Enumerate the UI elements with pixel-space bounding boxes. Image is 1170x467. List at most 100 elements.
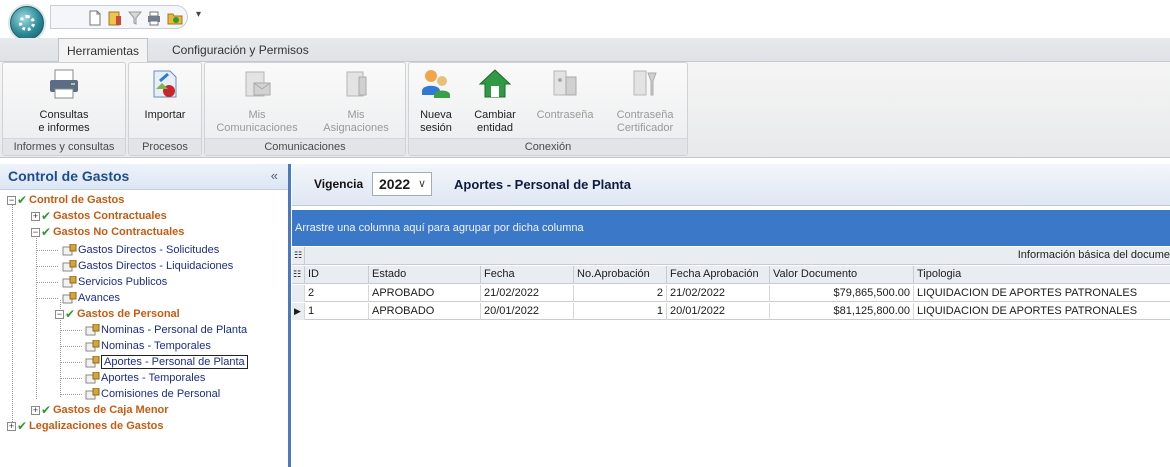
column-header-no-aprobacion[interactable]: No.Aprobación [574,266,667,284]
cell-id: 1 [305,303,369,320]
grid-header-row: ☷ ID Estado Fecha No.Aprobación Fecha Ap… [292,266,1170,284]
tree-node-control-de-gastos[interactable]: − ✔ Control de Gastos [7,192,124,208]
importar-label: Importar [144,109,186,121]
tree-node-gastos-no-contractuales[interactable]: − ✔ Gastos No Contractuales [31,224,184,240]
collapse-panel-icon[interactable]: « [271,168,278,183]
tree-item-label: Comisiones de Personal [101,388,221,400]
nueva-sesion-button[interactable]: Nueva sesión [411,67,461,135]
tree-connector [60,378,82,379]
column-header-fecha-aprobacion[interactable]: Fecha Aprobación [667,266,770,284]
collapse-icon[interactable]: − [31,227,40,237]
customize-quick-access-icon[interactable]: ▾ [196,9,201,20]
column-header-fecha[interactable]: Fecha [481,266,574,284]
expand-icon[interactable]: + [7,421,16,431]
nav-header: Control de Gastos « [0,164,288,190]
tree-item-avances[interactable]: Avances [62,290,120,306]
tree-connector [36,266,58,267]
cambiar-entidad-button[interactable]: Cambiar entidad [467,67,523,135]
tree-item-label: Servicios Publicos [78,276,168,288]
group-procesos: Importar Procesos [128,62,202,156]
column-header-tipologia[interactable]: Tipologia [914,266,1170,284]
consultas-informes-button[interactable]: Consultas e informes [7,67,121,135]
table-row[interactable]: ▶ 1 APROBADO 20/01/2022 1 20/01/2022 $81… [292,303,1170,320]
table-row[interactable]: 2 APROBADO 21/02/2022 2 21/02/2022 $79,8… [292,285,1170,302]
tree-item-comisiones-personal[interactable]: Comisiones de Personal [85,386,220,402]
cell-valor-documento: $79,865,500.00 [770,285,914,302]
application-menu-button[interactable] [10,6,44,40]
new-document-icon[interactable] [87,10,103,26]
report-item-icon [85,324,100,336]
tree-item-aportes-personal-planta[interactable]: Aportes - Personal de Planta [85,354,248,370]
group-by-panel[interactable]: Arrastre una columna aquí para agrupar p… [292,210,1170,246]
print-icon[interactable] [146,10,162,26]
contrasena-certificador-label: Contraseña Certificador [616,109,674,134]
current-row-icon[interactable]: ▶ [292,303,305,320]
group-informes-consultas: Consultas e informes Informes y consulta… [2,62,126,156]
mis-comunicaciones-button[interactable]: Mis Comunicaciones [209,67,305,135]
column-chooser-icon[interactable]: ☷ [292,266,305,284]
tree-item-nominas-personal-planta[interactable]: Nominas - Personal de Planta [85,322,247,338]
tab-herramientas[interactable]: Herramientas [58,38,149,63]
column-band-row: ☷ Información básica del docume [292,247,1170,265]
tree-node-label: Gastos No Contractuales [53,226,185,238]
report-item-icon [62,244,77,256]
report-item-icon [62,260,77,272]
collapse-icon[interactable]: − [55,309,64,319]
tree-node-label: Control de Gastos [29,194,125,206]
filter-icon[interactable] [127,10,143,26]
tree-connector [12,204,13,430]
expand-icon[interactable]: + [31,405,40,415]
tree-item-nominas-temporales[interactable]: Nominas - Temporales [85,338,211,354]
check-icon: ✔ [65,307,76,322]
group-label-conexion: Conexión [409,138,687,155]
tree-item-label: Gastos Directos - Solicitudes [78,244,220,256]
row-indicator[interactable] [292,285,305,302]
tree-node-gastos-caja-menor[interactable]: + ✔ Gastos de Caja Menor [31,402,169,418]
column-header-valor-documento[interactable]: Valor Documento [770,266,914,284]
expand-icon[interactable]: + [31,211,40,221]
cell-no-aprobacion: 2 [574,285,667,302]
mis-asignaciones-button[interactable]: Mis Asignaciones [315,67,397,135]
tree-item-gastos-directos-liquidaciones[interactable]: Gastos Directos - Liquidaciones [62,258,233,274]
tree-connector [60,346,82,347]
app-orb-icon [19,15,35,31]
tree-item-label: Gastos Directos - Liquidaciones [78,260,234,272]
tree-connector [60,394,82,395]
report-item-icon [62,276,77,288]
tree-item-gastos-directos-solicitudes[interactable]: Gastos Directos - Solicitudes [62,242,219,258]
tab-configuracion-permisos[interactable]: Configuración y Permisos [164,38,317,62]
tree-connector [60,362,82,363]
contrasena-label: Contraseña [536,109,594,121]
report-icon[interactable] [107,10,123,26]
column-header-id[interactable]: ID [305,266,369,284]
tree-connector [36,282,58,283]
tree-node-gastos-de-personal[interactable]: − ✔ Gastos de Personal [55,306,180,322]
tree-item-label-selected: Aportes - Personal de Planta [101,355,248,369]
main-content: Vigencia 2022 ∨ Aportes - Personal de Pl… [292,164,1170,467]
certificate-password-icon [633,70,657,96]
vigencia-select[interactable]: 2022 ∨ [372,172,432,196]
group-label-procesos: Procesos [129,138,201,155]
contrasena-certificador-button[interactable]: Contraseña Certificador [605,67,685,135]
report-item-icon [85,356,100,368]
view-title: Aportes - Personal de Planta [454,177,631,192]
cell-fecha-aprobacion: 21/02/2022 [667,285,770,302]
tree-node-gastos-contractuales[interactable]: + ✔ Gastos Contractuales [31,208,167,224]
band-selector-icon[interactable]: ☷ [292,247,305,265]
importar-button[interactable]: Importar [133,67,197,122]
cell-estado: APROBADO [369,285,481,302]
contrasena-button[interactable]: Contraseña [529,67,601,122]
tree-node-label: Legalizaciones de Gastos [29,420,164,432]
group-label-informes: Informes y consultas [3,138,125,155]
tree-item-aportes-temporales[interactable]: Aportes - Temporales [85,370,205,386]
tree-item-servicios-publicos[interactable]: Servicios Publicos [62,274,167,290]
mis-comunicaciones-label: Mis Comunicaciones [216,109,298,134]
tree-connector [36,298,58,299]
folder-icon[interactable] [167,10,183,26]
tree-node-legalizaciones-gastos[interactable]: + ✔ Legalizaciones de Gastos [7,418,164,434]
title-bar: ▾ [0,0,1170,40]
band-label: Información básica del docume [1017,249,1170,261]
collapse-icon[interactable]: − [7,195,16,205]
column-header-estado[interactable]: Estado [369,266,481,284]
group-conexion: Nueva sesión Cambiar entidad Contraseña … [408,62,688,156]
